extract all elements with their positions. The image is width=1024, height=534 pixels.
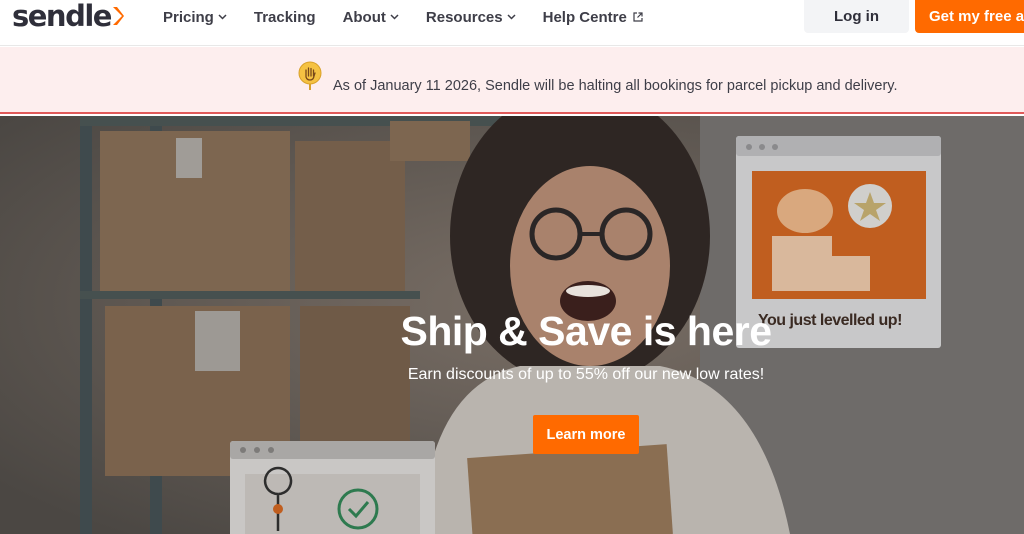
nav-item-pricing[interactable]: Pricing	[163, 9, 227, 26]
logo-wordmark: sendle	[12, 0, 112, 33]
banner-message: As of January 11 2026, Sendle will be ha…	[333, 78, 898, 94]
hero-subtitle: Earn discounts of up to 55% off our new …	[407, 366, 765, 383]
nav-item-label: Pricing	[163, 8, 214, 26]
hand-stop-icon	[298, 61, 322, 90]
nav-item-tracking[interactable]: Tracking	[254, 9, 316, 26]
nav-item-about[interactable]: About	[343, 9, 399, 26]
nav-menu: Pricing Tracking About Resources Help Ce…	[163, 0, 670, 34]
chevron-down-icon	[390, 14, 399, 20]
nav-item-label: Resources	[425, 8, 503, 26]
announcement-banner: As of January 11 2026, Sendle will be ha…	[0, 47, 1024, 114]
external-link-icon	[633, 12, 643, 22]
nav-item-label: Help Centre	[542, 8, 627, 26]
nav-item-help-centre[interactable]: Help Centre	[543, 9, 643, 26]
sendle-logo[interactable]: sendle	[12, 0, 124, 32]
learn-more-button[interactable]: Learn more	[533, 415, 639, 454]
get-free-account-button[interactable]: Get my free ac	[915, 0, 1024, 33]
hero-title: Ship & Save is here	[400, 308, 772, 354]
chevron-down-icon	[507, 14, 516, 20]
nav-item-label: About	[342, 8, 386, 26]
logo-chevron-icon	[112, 7, 124, 25]
chevron-down-icon	[218, 14, 227, 20]
top-navigation: sendle Pricing Tracking About Resources …	[0, 0, 1024, 46]
hero-section: You just levelled up! Ship & Save is her…	[0, 116, 1024, 534]
nav-item-label: Tracking	[253, 8, 316, 26]
nav-item-resources[interactable]: Resources	[426, 9, 516, 26]
login-button[interactable]: Log in	[804, 0, 909, 33]
